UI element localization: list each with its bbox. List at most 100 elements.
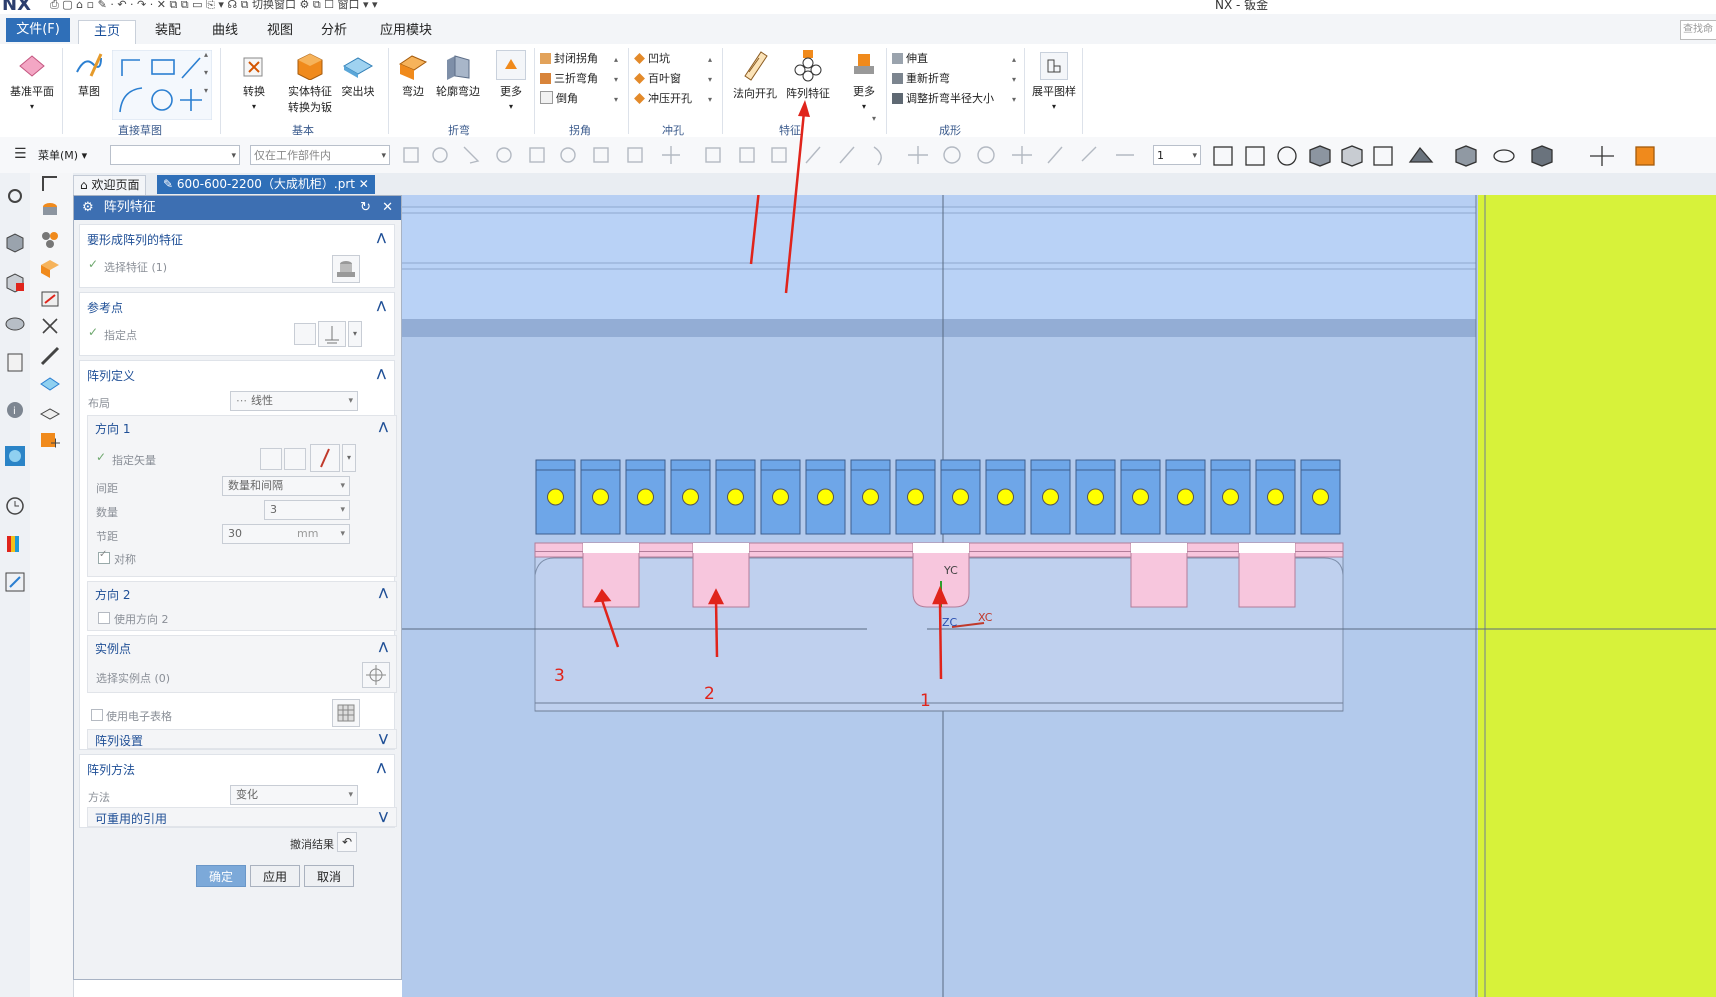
- web-browser-icon[interactable]: [4, 445, 26, 467]
- section-method-header[interactable]: 阵列方法: [87, 761, 135, 778]
- collapse-chevron-icon[interactable]: ⋀: [379, 420, 388, 433]
- tab-application[interactable]: 应用模块: [366, 20, 446, 44]
- flat-pattern-button[interactable]: 展平图样 ▾: [1030, 52, 1078, 112]
- count-input[interactable]: 3 ▾: [264, 500, 350, 520]
- section-definition-header[interactable]: 阵列定义: [87, 367, 135, 384]
- vector-type-dropdown[interactable]: ▾: [342, 444, 356, 472]
- tab-close-icon[interactable]: ✕: [359, 177, 369, 191]
- block-icon[interactable]: [39, 257, 61, 279]
- expand-chevron-icon[interactable]: ⋁: [379, 810, 388, 823]
- section-reference-header[interactable]: 参考点: [87, 299, 123, 316]
- constraint-navigator-icon[interactable]: [4, 311, 26, 333]
- tab-feature-button[interactable]: 突出块: [338, 52, 378, 99]
- direction-2-header[interactable]: 方向 2: [95, 586, 130, 603]
- direction-1-header[interactable]: 方向 1: [95, 420, 130, 437]
- pattern-feature-button[interactable]: 阵列特征: [780, 48, 836, 101]
- use-direction-2-checkbox[interactable]: [98, 612, 110, 624]
- three-bend-corner-button[interactable]: 三折弯角: [540, 70, 598, 86]
- collapse-chevron-icon[interactable]: ⋀: [377, 299, 386, 312]
- section-features-header[interactable]: 要形成阵列的特征: [87, 231, 183, 248]
- vector-dialog-button[interactable]: [284, 448, 306, 470]
- tab-part-file[interactable]: ✎ 600-600-2200（大成机柜）.prt ✕: [157, 175, 375, 194]
- reverse-direction-button[interactable]: [260, 448, 282, 470]
- part-navigator-icon[interactable]: [4, 231, 26, 253]
- flange-button[interactable]: 弯边: [394, 52, 432, 99]
- convert-button[interactable]: 转换 ▾: [236, 52, 272, 112]
- layout-select[interactable]: ⋯ 线性 ▾: [230, 391, 358, 411]
- chamfer-button[interactable]: 倒角: [540, 90, 578, 106]
- expand-chevron-icon[interactable]: ⋁: [379, 732, 388, 745]
- point-dialog-button[interactable]: [294, 323, 316, 345]
- pattern-icon[interactable]: [39, 229, 61, 251]
- collapse-chevron-icon[interactable]: ⋀: [377, 367, 386, 380]
- collapse-chevron-icon[interactable]: ⋀: [377, 231, 386, 244]
- view-toolbar-icons[interactable]: [1210, 142, 1716, 170]
- graphics-viewport[interactable]: YC XC ZC 3 2 1: [402, 195, 1716, 997]
- reset-icon[interactable]: ↻: [360, 196, 371, 220]
- feature-picker-button[interactable]: [332, 255, 360, 283]
- vector-type-button[interactable]: [310, 444, 340, 472]
- undo-result-icon[interactable]: ↶: [337, 832, 357, 852]
- roles-icon[interactable]: [4, 571, 26, 593]
- symmetric-checkbox[interactable]: ✓: [98, 549, 110, 564]
- reuse-library-icon[interactable]: [4, 351, 26, 373]
- normal-cutout-button[interactable]: 法向开孔: [728, 48, 782, 101]
- datum-plane-tool-icon[interactable]: [39, 373, 61, 395]
- contour-flange-button[interactable]: 轮廓弯边: [432, 52, 484, 99]
- tab-curve[interactable]: 曲线: [200, 20, 250, 44]
- dimple-button[interactable]: 凹坑: [634, 50, 670, 66]
- louver-button[interactable]: 百叶窗: [634, 70, 681, 86]
- menu-hamburger-icon[interactable]: ☰: [14, 146, 27, 162]
- tab-view[interactable]: 视图: [258, 20, 302, 44]
- file-menu[interactable]: 文件(F): [6, 18, 70, 42]
- specify-vector-label[interactable]: 指定矢量: [112, 452, 156, 468]
- rebend-button[interactable]: 重新折弯: [892, 70, 950, 86]
- use-spreadsheet-checkbox[interactable]: [91, 709, 103, 721]
- specify-point-label[interactable]: 指定点: [104, 327, 137, 343]
- unbend-button[interactable]: 伸直: [892, 50, 928, 66]
- selection-scope-combo[interactable]: 仅在工作部件内 ▾: [250, 145, 390, 165]
- crosshair-icon[interactable]: [362, 662, 390, 688]
- info-icon[interactable]: i: [4, 399, 26, 421]
- process-studio-icon[interactable]: [4, 533, 26, 555]
- tab-assembly[interactable]: 装配: [142, 20, 194, 44]
- close-icon[interactable]: ✕: [382, 196, 393, 220]
- curve-tools-icons[interactable]: [112, 50, 212, 120]
- sketch-button[interactable]: 草图: [68, 50, 110, 99]
- history-icon[interactable]: [4, 495, 26, 517]
- tab-welcome-page[interactable]: ⌂ 欢迎页面: [73, 175, 147, 196]
- tab-analysis[interactable]: 分析: [310, 20, 358, 44]
- layer-combo[interactable]: 1 ▾: [1153, 145, 1201, 165]
- move-object-icon[interactable]: [39, 431, 61, 453]
- measure-icon[interactable]: [39, 287, 61, 309]
- apply-button[interactable]: 应用: [250, 865, 300, 887]
- spacing-select[interactable]: 数量和间隔 ▾: [222, 476, 350, 496]
- menu-button[interactable]: 菜单(M) ▾: [38, 147, 87, 163]
- cancel-button[interactable]: 取消: [304, 865, 354, 887]
- settings-icon[interactable]: [4, 185, 26, 207]
- pattern-settings-row[interactable]: 阵列设置 ⋁: [87, 729, 397, 749]
- select-instance-label[interactable]: 选择实例点 (0): [96, 670, 170, 686]
- assembly-navigator-icon[interactable]: [4, 271, 26, 293]
- ruler-icon[interactable]: [39, 345, 61, 367]
- reusable-references-row[interactable]: 可重用的引用 ⋁: [87, 807, 397, 827]
- type-filter-combo[interactable]: ▾: [110, 145, 240, 165]
- delete-icon[interactable]: [39, 315, 61, 337]
- instance-points-header[interactable]: 实例点: [95, 640, 131, 657]
- collapse-chevron-icon[interactable]: ⋀: [379, 640, 388, 653]
- drawn-cutout-button[interactable]: 冲压开孔: [634, 90, 692, 106]
- select-feature-label[interactable]: 选择特征 (1): [104, 259, 167, 275]
- ok-button[interactable]: 确定: [196, 865, 246, 887]
- quick-access-toolbar[interactable]: ⎙ ▢ ⌂ ▫ ✎ · ↶ · ↷ · ✕ ⧉ ⧉ ▭ ⎘ ▾ ☊ ⧉ 切换窗口…: [50, 0, 378, 12]
- command-search-input[interactable]: 查找命: [1680, 20, 1716, 40]
- tab-home[interactable]: 主页: [78, 20, 136, 45]
- extrude-icon[interactable]: [39, 199, 61, 221]
- solid-to-sheet-button[interactable]: 实体特征 转换为钣: [284, 50, 336, 115]
- spreadsheet-icon[interactable]: [332, 699, 360, 727]
- adjust-bend-radius-button[interactable]: 调整折弯半径大小: [892, 90, 994, 106]
- point-type-button[interactable]: [318, 321, 346, 347]
- sketch-tool-icon[interactable]: [39, 173, 61, 195]
- closed-corner-button[interactable]: 封闭拐角: [540, 50, 598, 66]
- collapse-chevron-icon[interactable]: ⋀: [379, 586, 388, 599]
- more-feature-button[interactable]: 更多 ▾: [844, 50, 884, 112]
